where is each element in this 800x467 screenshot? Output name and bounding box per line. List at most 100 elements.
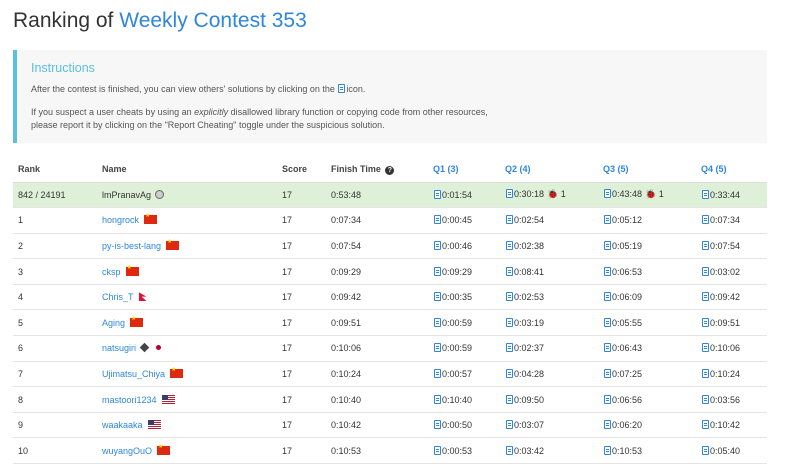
user-name-link[interactable]: wuyangOuO <box>102 446 152 456</box>
user-name-link[interactable]: Chris_T <box>102 292 134 302</box>
solution-document-icon[interactable] <box>434 317 441 327</box>
solution-document-icon[interactable] <box>506 266 513 276</box>
solution-document-icon[interactable] <box>506 292 513 302</box>
solution-document-icon[interactable] <box>434 189 441 199</box>
q3-header[interactable]: Q3 (5) <box>598 157 696 183</box>
user-name-link[interactable]: py-is-best-lang <box>102 241 161 251</box>
q2-cell: 0:30:18 🐞 1 <box>500 182 598 209</box>
help-icon[interactable]: ? <box>385 165 395 175</box>
solution-document-icon[interactable] <box>434 240 441 250</box>
user-name-link[interactable]: lmPranavAg <box>102 190 151 200</box>
solution-document-icon[interactable] <box>702 240 709 250</box>
solution-document-icon[interactable] <box>506 394 513 404</box>
ranking-table: Rank Name Score Finish Time ? Q1 (3) Q2 … <box>13 157 767 465</box>
rank-value: 3 <box>18 266 24 277</box>
table-row: 6 natsugiri 17 0:10:06 0:00:59 0:02:37 0:06:43… <box>13 335 767 362</box>
bug-icon: 🐞 <box>547 189 559 200</box>
solution-document-icon[interactable] <box>702 368 709 378</box>
solution-document-icon[interactable] <box>702 420 709 430</box>
solution-document-icon[interactable] <box>434 420 441 430</box>
solution-document-icon[interactable] <box>434 368 441 378</box>
solution-document-icon[interactable] <box>604 189 611 199</box>
q2-cell: 0:02:53 <box>500 284 598 311</box>
solution-document-icon[interactable] <box>506 240 513 250</box>
rank-value: 4 <box>18 292 24 303</box>
solution-document-icon[interactable] <box>604 420 611 430</box>
solution-document-icon[interactable] <box>604 343 611 353</box>
instructions-line2-end: disallowed library function or copying c… <box>230 107 488 117</box>
name-cell: mastoori1234 <box>97 386 277 413</box>
q4-header[interactable]: Q4 (5) <box>696 157 767 183</box>
circle-badge-icon <box>155 189 165 199</box>
solution-document-icon[interactable] <box>604 394 611 404</box>
q4-cell: 0:05:40 <box>696 437 767 465</box>
rank-value: 9 <box>18 420 24 431</box>
solution-document-icon[interactable] <box>434 292 441 302</box>
q1-time: 0:00:46 <box>442 240 473 251</box>
solution-document-icon[interactable] <box>702 445 709 455</box>
solution-document-icon[interactable] <box>702 189 709 199</box>
score-value: 17 <box>282 343 293 354</box>
solution-document-icon[interactable] <box>604 240 611 250</box>
q2-header[interactable]: Q2 (4) <box>500 157 598 183</box>
solution-document-icon[interactable] <box>506 317 513 327</box>
finish-time-cell: 0:09:42 <box>326 284 428 311</box>
solution-document-icon[interactable] <box>434 266 441 276</box>
q2-time: 0:03:19 <box>514 317 545 328</box>
user-name-link[interactable]: waakaaka <box>102 420 143 430</box>
solution-document-icon[interactable] <box>702 215 709 225</box>
rank-value: 10 <box>18 445 29 456</box>
solution-document-icon[interactable] <box>506 189 513 199</box>
finish-time-label: Finish Time <box>331 163 381 174</box>
solution-document-icon[interactable] <box>702 266 709 276</box>
solution-document-icon[interactable] <box>604 215 611 225</box>
q2-time: 0:02:54 <box>514 215 545 226</box>
solution-document-icon[interactable] <box>604 445 611 455</box>
title-prefix: Ranking of <box>13 9 114 32</box>
user-name-link[interactable]: mastoori1234 <box>102 395 157 405</box>
user-name-link[interactable]: hongrock <box>102 215 139 225</box>
flag-cn-icon <box>170 366 184 378</box>
solution-document-icon[interactable] <box>506 445 513 455</box>
q4-time: 0:05:40 <box>710 445 741 456</box>
score-value: 17 <box>282 394 293 405</box>
solution-document-icon[interactable] <box>434 445 441 455</box>
q2-time: 0:09:50 <box>514 394 545 405</box>
solution-document-icon[interactable] <box>604 266 611 276</box>
finish-time-value: 0:09:42 <box>331 292 362 303</box>
q2-cell: 0:03:42 <box>500 437 598 465</box>
q3-time: 0:06:20 <box>612 420 643 431</box>
solution-document-icon[interactable] <box>702 292 709 302</box>
solution-document-icon[interactable] <box>604 317 611 327</box>
user-name-link[interactable]: Ujimatsu_Chiya <box>102 369 165 379</box>
solution-document-icon[interactable] <box>604 368 611 378</box>
user-name-link[interactable]: Aging <box>102 318 125 328</box>
rank-value: 1 <box>18 215 24 226</box>
q1-cell: 0:00:59 <box>428 335 500 362</box>
score-value: 17 <box>282 368 293 379</box>
solution-document-icon[interactable] <box>434 343 441 353</box>
q1-header[interactable]: Q1 (3) <box>428 157 500 183</box>
solution-document-icon[interactable] <box>604 292 611 302</box>
instructions-heading: Instructions <box>31 61 95 75</box>
q3-cell: 0:06:20 <box>598 412 696 439</box>
finish-time-cell: 0:10:40 <box>326 386 428 413</box>
cube-badge-icon <box>139 343 150 353</box>
solution-document-icon[interactable] <box>702 317 709 327</box>
solution-document-icon[interactable] <box>506 368 513 378</box>
solution-document-icon[interactable] <box>506 343 513 353</box>
user-name-link[interactable]: cksp <box>102 267 121 277</box>
solution-document-icon[interactable] <box>702 343 709 353</box>
q3-time: 0:07:25 <box>612 368 643 379</box>
q3-cell: 0:06:56 <box>598 386 696 413</box>
q1-time: 0:00:45 <box>442 215 473 226</box>
solution-document-icon[interactable] <box>434 215 441 225</box>
user-name-link[interactable]: natsugiri <box>102 343 136 353</box>
q2-cell: 0:03:07 <box>500 412 598 439</box>
solution-document-icon[interactable] <box>506 215 513 225</box>
solution-document-icon[interactable] <box>506 420 513 430</box>
rank-value: 8 <box>18 394 24 405</box>
solution-document-icon[interactable] <box>434 394 441 404</box>
solution-document-icon[interactable] <box>702 394 709 404</box>
instructions-text-1: After the contest is finished, you can v… <box>31 83 753 96</box>
